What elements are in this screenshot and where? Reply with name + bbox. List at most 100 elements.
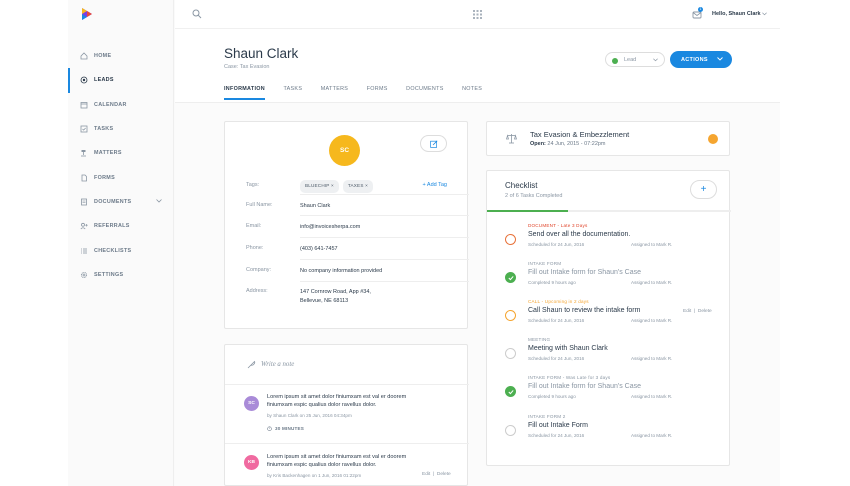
task-assignee: Assigned to Mark R. (631, 317, 673, 323)
phone-value: (403) 641-7457 (300, 246, 338, 252)
chevron-down-icon[interactable] (762, 12, 767, 16)
tag-chip-label: TAXES (347, 183, 364, 188)
tab-notes[interactable]: NOTES (462, 86, 482, 98)
notification-badge: 1 (698, 7, 703, 12)
task-edit-link[interactable]: Edit (683, 309, 691, 314)
tab-information[interactable]: INFORMATION (224, 86, 265, 100)
task-checkbox[interactable] (505, 310, 516, 321)
multicolor-play-logo-icon[interactable] (80, 7, 94, 21)
gavel-icon (80, 149, 88, 157)
task-actions: Edit | Delete (683, 309, 712, 314)
sidebar-item-leads[interactable]: LEADS (68, 68, 174, 93)
apps-grid-icon[interactable] (473, 10, 482, 19)
task-category: INTAKE FORM - Was Late for 3 days (528, 375, 611, 380)
sidebar-item-tasks[interactable]: TASKS (68, 117, 174, 141)
actions-button[interactable]: ACTIONS (670, 51, 732, 68)
divider (300, 259, 469, 260)
case-open-value: 24 Jun, 2015 - 07:22pm (547, 141, 606, 147)
task-checkbox[interactable] (505, 386, 516, 397)
note-duration: 30 MINUTES (267, 426, 304, 431)
divider (300, 194, 469, 195)
note-duration-label: 30 MINUTES (275, 426, 305, 431)
task-assignee: Assigned to Mark R. (631, 355, 673, 361)
sidebar-item-documents[interactable]: DOCUMENTS (68, 190, 174, 214)
tab-bar: INFORMATION TASKS MATTERS FORMS DOCUMENT… (224, 86, 501, 100)
task-title: Fill out Intake form for Shaun's Case (528, 383, 641, 390)
task-assignee: Assigned to Mark R. (631, 241, 673, 247)
case-status-dot (708, 134, 718, 144)
sidebar-item-calendar[interactable]: CALENDAR (68, 93, 174, 117)
divider (300, 215, 469, 216)
task-checkbox[interactable] (505, 348, 516, 359)
tasks-icon (80, 125, 88, 133)
chevron-down-icon (717, 57, 723, 61)
tab-forms[interactable]: FORMS (367, 86, 388, 98)
checklist-title: Checklist (505, 181, 538, 190)
sidebar-item-label: CALENDAR (94, 101, 127, 108)
status-dot (612, 57, 618, 64)
tab-tasks[interactable]: TASKS (283, 86, 302, 98)
note-actions: Edit | Delete (422, 472, 451, 477)
phone-label: Phone: (246, 245, 264, 251)
company-value: No company information provided (300, 268, 383, 274)
page-title: Shaun Clark (224, 46, 299, 61)
list-item[interactable]: INTAKE FORM - Was Late for 3 days Fill o… (487, 375, 731, 413)
edit-contact-button[interactable] (420, 135, 447, 152)
list-item[interactable]: INTAKE FORM Fill out Intake form for Sha… (487, 261, 731, 299)
note-delete-link[interactable]: Delete (437, 472, 451, 477)
chevron-down-icon[interactable] (156, 198, 162, 203)
checklist-card: Checklist 2 of 6 Tasks Completed + DOCUM… (486, 170, 731, 466)
sidebar-item-referrals[interactable]: REFERRALS (68, 214, 174, 238)
add-task-button[interactable]: + (690, 180, 717, 199)
add-tag-link[interactable]: + Add Tag (422, 182, 447, 188)
referrals-icon (80, 222, 88, 230)
note-edit-link[interactable]: Edit (422, 472, 430, 477)
user-greeting[interactable]: Hello, Shaun Clark (712, 11, 761, 17)
gear-icon (80, 271, 88, 279)
sidebar-item-checklists[interactable]: CHECKLISTS (68, 238, 174, 262)
tag-chip[interactable]: TAXES × (342, 180, 373, 193)
sidebar-item-label: TASKS (94, 126, 114, 133)
task-assignee: Assigned to Mark R. (631, 432, 673, 438)
tag-list: BLUECHIP × TAXES × (300, 180, 377, 193)
list-item[interactable]: MEETING Meeting with Shaun Clark Schedul… (487, 337, 731, 375)
address-line-2: Bellevue, NE 68113 (300, 297, 349, 304)
task-checkbox[interactable] (505, 425, 516, 436)
sidebar: HOME LEADS CALENDAR TASKS MATTERS FORMS … (68, 0, 174, 486)
task-checkbox[interactable] (505, 272, 516, 283)
avatar: SC (244, 396, 259, 411)
note-author: by Shaun Clark on 25 Jun, 2016 04:34pm (267, 413, 352, 418)
full-name-label: Full Name: (246, 202, 273, 208)
sidebar-item-label: FORMS (94, 174, 115, 181)
divider (300, 281, 469, 282)
task-title: Call Shaun to review the intake form (528, 307, 641, 314)
status-select[interactable]: Lead (605, 52, 665, 67)
sidebar-item-settings[interactable]: SETTINGS (68, 263, 174, 287)
list-item[interactable]: INTAKE FORM 2 Fill out Intake Form Sched… (487, 414, 731, 452)
tab-documents[interactable]: DOCUMENTS (406, 86, 443, 98)
note-input[interactable]: Write a note (225, 345, 469, 385)
list-item[interactable]: DOCUMENT - Late 3 Days Send over all the… (487, 223, 731, 261)
tab-matters[interactable]: MATTERS (321, 86, 348, 98)
case-card[interactable]: Tax Evasion & Embezzlement Open: 24 Jun,… (486, 121, 730, 156)
sidebar-item-label: HOME (94, 53, 112, 60)
sidebar-item-home[interactable]: HOME (68, 44, 174, 68)
list-item[interactable]: CALL - Upcoming in 2 days Call Shaun to … (487, 299, 731, 337)
sidebar-item-label: LEADS (94, 77, 114, 84)
task-checkbox[interactable] (505, 234, 516, 245)
sidebar-item-matters[interactable]: MATTERS (68, 141, 174, 165)
search-icon[interactable] (192, 9, 202, 19)
chevron-down-icon (653, 58, 658, 62)
status-select-value: Lead (624, 57, 637, 63)
sidebar-item-forms[interactable]: FORMS (68, 165, 174, 189)
checklist-progress (487, 210, 731, 212)
forms-icon (80, 174, 88, 182)
checklist-progress-fill (487, 210, 569, 212)
edit-icon (430, 140, 438, 148)
tag-chip[interactable]: BLUECHIP × (300, 180, 339, 193)
actions-button-label: ACTIONS (681, 57, 708, 63)
case-title: Tax Evasion & Embezzlement (530, 130, 630, 139)
address-line-1: 147 Cornrow Road, App #34, (300, 289, 371, 295)
task-delete-link[interactable]: Delete (698, 309, 712, 314)
checklist-icon (80, 247, 88, 255)
